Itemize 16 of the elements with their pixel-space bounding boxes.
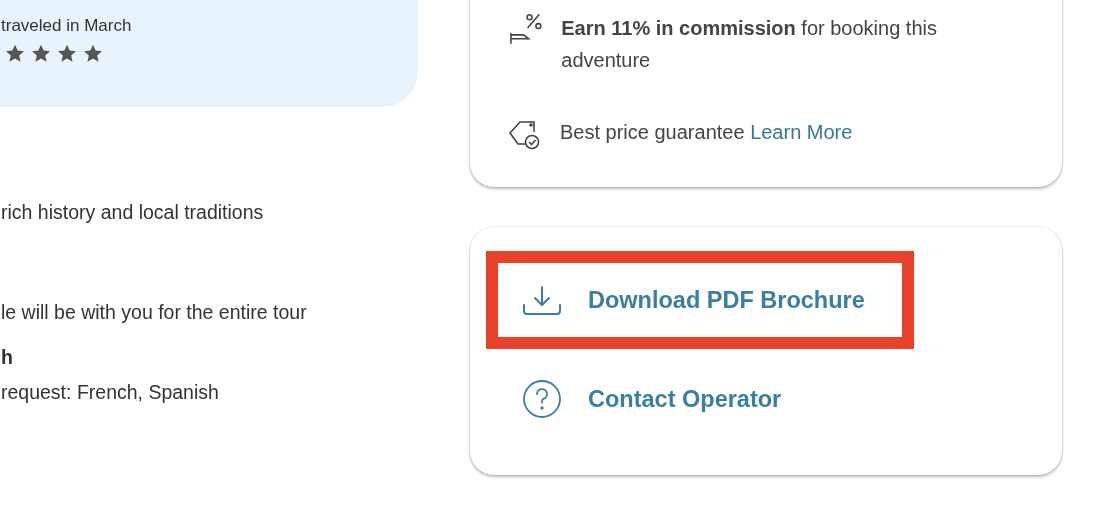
- download-icon: [522, 285, 562, 315]
- hand-percent-icon: [508, 12, 544, 46]
- star-icon: [57, 44, 77, 63]
- section-heading: h: [0, 346, 14, 369]
- perk-text: Best price guarantee Learn More: [560, 120, 853, 145]
- body-text: rich history and local traditions: [0, 201, 265, 224]
- learn-more-link[interactable]: Learn More: [750, 121, 853, 143]
- star-icon: [5, 44, 25, 63]
- download-button[interactable]: Download PDF Brochure: [486, 251, 914, 349]
- review-text: traveled in March: [0, 16, 133, 36]
- perk-text: Earn 11% in commission for booking this adventure: [561, 16, 938, 73]
- star-icon: [31, 44, 51, 63]
- star-icon: [83, 44, 103, 63]
- body-text: request: French, Spanish: [0, 381, 220, 404]
- help-icon: [522, 379, 562, 419]
- body-text: le will be with you for the entire tour: [0, 301, 308, 324]
